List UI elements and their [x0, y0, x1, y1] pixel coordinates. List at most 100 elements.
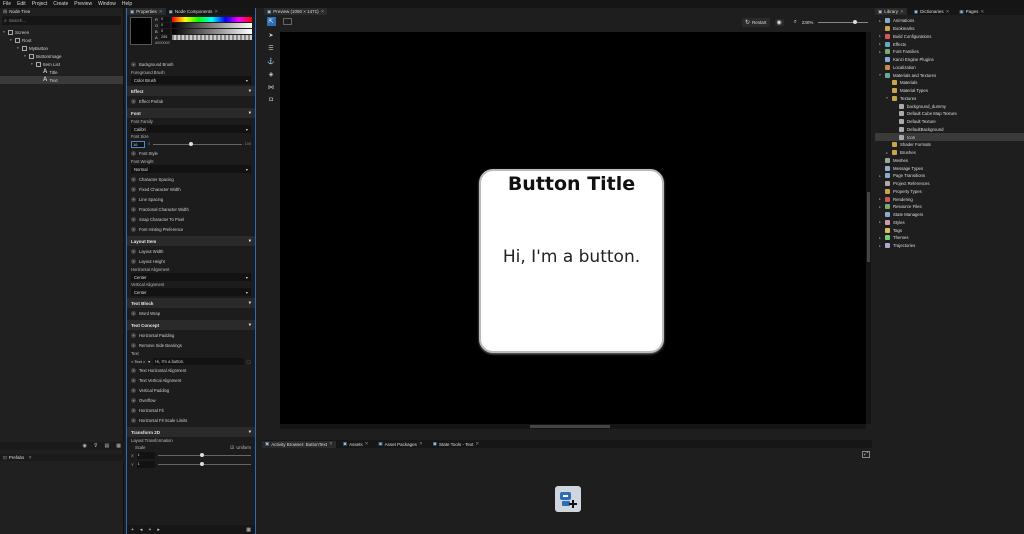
library-item[interactable]: Default Texture: [875, 118, 1024, 126]
expand-arrow-icon[interactable]: ▸: [878, 244, 882, 248]
color-hex-value[interactable]: #000000: [155, 41, 252, 45]
tree-node[interactable]: ▾ Item List: [0, 60, 123, 68]
add-alt-icon[interactable]: +: [148, 527, 151, 533]
close-icon[interactable]: ✕: [159, 9, 163, 15]
close-icon[interactable]: ✕: [475, 441, 479, 447]
prop-font-style[interactable]: + Font Style: [127, 148, 255, 158]
expand-arrow-icon[interactable]: ▾: [878, 73, 882, 77]
menu-file[interactable]: File: [3, 1, 11, 7]
prop-item[interactable]: + Horizontal Fit Scale Limits: [127, 415, 255, 425]
add-property-icon[interactable]: +: [131, 377, 136, 383]
library-item[interactable]: ▸ Build Configurations: [875, 33, 1024, 41]
menu-project[interactable]: Project: [32, 1, 48, 7]
library-item[interactable]: ▸ Resource Files: [875, 203, 1024, 211]
chevron-down-icon[interactable]: ▾: [17, 46, 20, 50]
close-icon[interactable]: ✕: [214, 9, 218, 15]
vertical-scrollbar[interactable]: [866, 32, 871, 424]
text-type-selector[interactable]: < Text >: [131, 359, 145, 364]
add-property-icon[interactable]: +: [131, 176, 136, 182]
section-text-concept[interactable]: Text Concept ▾: [127, 320, 255, 330]
add-property-icon[interactable]: +: [131, 216, 136, 222]
tab-pages[interactable]: ▣ Pages ✕: [956, 8, 987, 15]
library-item[interactable]: Localization: [875, 64, 1024, 72]
color-value-b[interactable]: 0: [160, 29, 170, 34]
expand-arrow-icon[interactable]: ▸: [878, 42, 882, 46]
prefabs-tab[interactable]: ⊡ Prefabs ✕: [0, 454, 124, 461]
font-weight-dropdown[interactable]: Normal ▾: [131, 165, 251, 173]
expand-arrow-icon[interactable]: ▸: [878, 236, 882, 240]
section-text-block[interactable]: Text Block ▾: [127, 298, 255, 308]
prop-item[interactable]: + Horizontal Fit: [127, 405, 255, 415]
menu-help[interactable]: Help: [122, 1, 132, 7]
zoom-level[interactable]: 230%: [802, 20, 814, 25]
share-tool-icon[interactable]: ⋈: [268, 84, 274, 91]
tab-asset-packages[interactable]: ▣ Asset Packages ✕: [375, 441, 425, 448]
chevron-down-icon[interactable]: ▾: [31, 62, 34, 66]
expand-arrow-icon[interactable]: ▸: [878, 19, 882, 23]
prop-item[interactable]: + Overflow: [127, 395, 255, 405]
color-swatch[interactable]: [130, 17, 152, 45]
library-item[interactable]: ▸ Trajectories: [875, 242, 1024, 250]
tree-node[interactable]: ▾ Root: [0, 36, 123, 44]
prop-item[interactable]: + Fractional Character Width: [127, 204, 255, 214]
zoom-slider[interactable]: [818, 19, 869, 24]
node-tree-tab[interactable]: ⊞ Node Tree: [0, 8, 123, 15]
menu-create[interactable]: Create: [53, 1, 68, 7]
tree-node[interactable]: ▾ Screen: [0, 28, 123, 36]
library-item[interactable]: Message Types: [875, 164, 1024, 172]
chevron-down-icon[interactable]: ▾: [3, 30, 6, 34]
add-property-icon[interactable]: +: [131, 332, 136, 338]
expand-arrow-icon[interactable]: ▸: [878, 50, 882, 54]
add-property-icon[interactable]: +: [131, 397, 136, 403]
library-item[interactable]: Tags: [875, 226, 1024, 234]
section-font[interactable]: Font ▾: [127, 108, 255, 118]
library-item[interactable]: DefaultBackground: [875, 126, 1024, 134]
prop-item[interactable]: + Horizontal Padding: [127, 330, 255, 340]
menu-edit[interactable]: Edit: [17, 1, 26, 7]
add-property-icon[interactable]: +: [131, 248, 136, 254]
eye-icon[interactable]: ◉: [774, 18, 784, 26]
add-property-icon[interactable]: +: [131, 310, 136, 316]
anchor-tool-icon[interactable]: ⚓: [267, 58, 274, 65]
prop-item[interactable]: + Text Vertical Alignment: [127, 375, 255, 385]
add-property-icon[interactable]: +: [131, 196, 136, 202]
color-value-r[interactable]: 0: [160, 17, 170, 22]
tree-node[interactable]: ▾ ButtonImage: [0, 52, 123, 60]
foreground-brush-dropdown[interactable]: Color Brush ▾: [131, 76, 251, 84]
expand-arrow-icon[interactable]: ▸: [878, 174, 882, 178]
expand-arrow-icon[interactable]: ▸: [878, 205, 882, 209]
add-property-icon[interactable]: +: [131, 407, 136, 413]
close-icon[interactable]: ✕: [946, 9, 950, 15]
section-layout-item[interactable]: Layout Item ▾: [127, 236, 255, 246]
restart-button[interactable]: ↻ Restart: [742, 17, 770, 27]
chevron-down-icon[interactable]: ▾: [24, 54, 27, 58]
add-property-icon[interactable]: +: [131, 150, 136, 156]
pointer-tool-icon[interactable]: ➤: [268, 32, 273, 39]
prop-item[interactable]: + Layout Width: [127, 246, 255, 256]
node-tree-search[interactable]: ⌕ Search...: [2, 16, 121, 25]
library-item[interactable]: ▸ Font Families: [875, 48, 1024, 56]
menu-window[interactable]: Window: [98, 1, 116, 7]
collapse-icon[interactable]: ◂: [140, 527, 143, 533]
tab-library[interactable]: ▣ Library ✕: [875, 8, 907, 15]
camera-tool-icon[interactable]: ◘: [269, 97, 273, 103]
color-value-a[interactable]: 255: [160, 35, 170, 40]
library-item[interactable]: Materials: [875, 79, 1024, 87]
zoom-fit-icon[interactable]: ⤢: [862, 451, 870, 458]
scale-x-slider[interactable]: [157, 453, 251, 457]
prop-item[interactable]: + Character Spacing: [127, 174, 255, 184]
chevron-down-icon[interactable]: ▾: [10, 38, 13, 42]
library-item[interactable]: Icon: [875, 133, 1024, 141]
prop-item[interactable]: + Text Horizontal Alignment: [127, 365, 255, 375]
tab-activity-browser[interactable]: ▣ Activity Browser: ButtonText ✕: [262, 440, 336, 448]
expand-arrow-icon[interactable]: ▸: [878, 197, 882, 201]
eye-icon[interactable]: ◉: [82, 443, 86, 449]
prop-item[interactable]: + Remove Side Bearings: [127, 340, 255, 350]
expand-arrow-icon[interactable]: ▸: [878, 34, 882, 38]
horizontal-alignment-dropdown[interactable]: Center ▾: [131, 273, 251, 281]
grid-icon[interactable]: ▦: [116, 443, 121, 449]
add-property-icon[interactable]: +: [131, 186, 136, 192]
add-property-icon[interactable]: +: [131, 367, 136, 373]
library-item[interactable]: ▾ Textures: [875, 95, 1024, 103]
preview-viewport[interactable]: Button Title Hi, I'm a button.: [280, 32, 866, 424]
